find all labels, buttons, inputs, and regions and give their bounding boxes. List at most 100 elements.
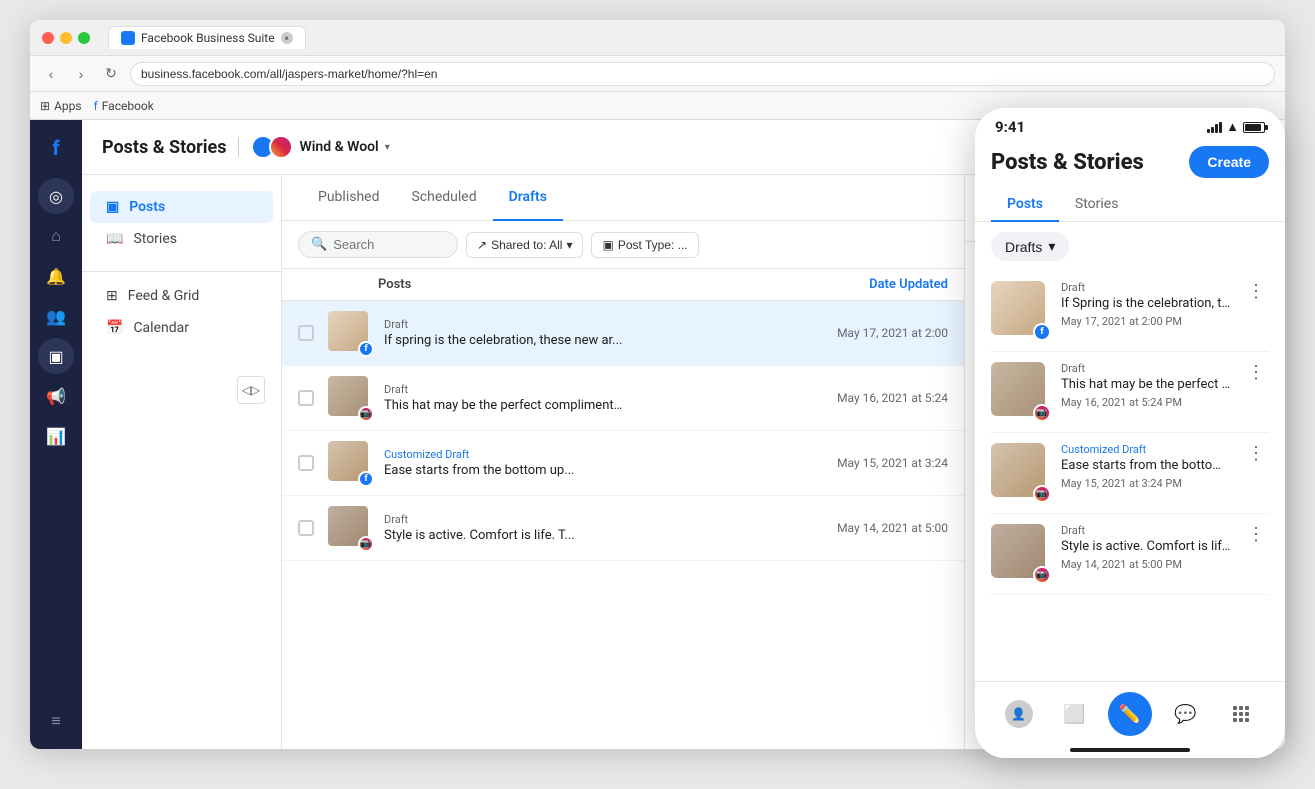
table-row[interactable]: f Customized Draft Ease starts from the … <box>282 431 964 496</box>
signal-bar-1 <box>1207 129 1210 133</box>
more-options-button-3[interactable]: ⋮ <box>1243 443 1269 464</box>
grid-icon: ⊞ <box>106 288 118 304</box>
mobile-time: 9:41 <box>995 118 1025 136</box>
bookmark-facebook[interactable]: f Facebook <box>94 99 154 113</box>
posts-column-header: Posts <box>378 277 788 292</box>
mobile-thumbnail-1: f <box>991 281 1051 341</box>
mobile-nav-compose[interactable]: ✏️ <box>1108 692 1152 736</box>
mobile-tab-stories[interactable]: Stories <box>1059 188 1135 222</box>
sidebar-icon-home[interactable]: ⌂ <box>38 218 74 254</box>
tab-drafts[interactable]: Drafts <box>493 175 563 221</box>
header-divider <box>238 137 239 157</box>
post-checkbox-1[interactable] <box>298 325 314 341</box>
posts-icon: ▣ <box>106 199 119 215</box>
shared-to-chevron: ▾ <box>566 238 572 252</box>
list-item[interactable]: 📷 Draft This hat may be the perfect c...… <box>991 352 1269 433</box>
sidebar-icon-users[interactable]: 👥 <box>38 298 74 334</box>
date-column-header: Date Updated <box>788 277 948 292</box>
post-checkbox-3[interactable] <box>298 455 314 471</box>
browser-tab[interactable]: Facebook Business Suite × <box>108 26 306 49</box>
list-item[interactable]: 📷 Draft Style is active. Comfort is life… <box>991 514 1269 595</box>
post-info-3: Customized Draft Ease starts from the bo… <box>384 448 837 478</box>
sidebar-icon-bell[interactable]: 🔔 <box>38 258 74 294</box>
search-box[interactable]: 🔍 <box>298 231 458 258</box>
mobile-nav-apps[interactable] <box>1219 692 1263 736</box>
tab-scheduled[interactable]: Scheduled <box>395 175 492 221</box>
mobile-post-label-2: Draft <box>1061 362 1233 375</box>
mobile-status-bar: 9:41 ▲ <box>975 108 1285 140</box>
mobile-post-date-1: May 17, 2021 at 2:00 PM <box>1061 315 1233 328</box>
post-checkbox-4[interactable] <box>298 520 314 536</box>
more-options-button-1[interactable]: ⋮ <box>1243 281 1269 302</box>
mobile-tab-posts[interactable]: Posts <box>991 188 1059 222</box>
mobile-platform-ig-4: 📷 <box>1033 566 1051 584</box>
mobile-filter-button[interactable]: Drafts ▾ <box>991 232 1069 261</box>
page-header-left: Posts & Stories Wind & Wool ▾ <box>102 135 390 159</box>
sidebar-icon-compass[interactable]: ◎ <box>38 178 74 214</box>
post-type-filter[interactable]: ▣ Post Type: ... <box>591 232 698 258</box>
tab-close-icon[interactable]: × <box>281 32 293 44</box>
post-date-3: May 15, 2021 at 3:24 <box>837 456 948 470</box>
tab-favicon <box>121 31 135 45</box>
sidebar-icon-megaphone[interactable]: 📢 <box>38 378 74 414</box>
mobile-post-date-3: May 15, 2021 at 3:24 PM <box>1061 477 1233 490</box>
post-thumbnail-2: 📷 <box>328 376 372 420</box>
platform-badge-both: f <box>358 471 374 487</box>
maximize-btn[interactable] <box>78 32 90 44</box>
sidebar-icon-chart[interactable]: 📊 <box>38 418 74 454</box>
post-checkbox-2[interactable] <box>298 390 314 406</box>
more-options-button-4[interactable]: ⋮ <box>1243 524 1269 545</box>
list-item[interactable]: f Draft If Spring is the celebration, th… <box>991 271 1269 352</box>
posts-area: Published Scheduled Drafts 🔍 ↗ Shared to… <box>282 175 965 749</box>
table-row[interactable]: 📷 Draft This hat may be the perfect comp… <box>282 366 964 431</box>
mobile-post-info-3: Customized Draft Ease starts from the bo… <box>1061 443 1233 490</box>
account-name: Wind & Wool <box>299 139 378 155</box>
sidebar-icon-posts[interactable]: ▣ <box>38 338 74 374</box>
more-options-button-2[interactable]: ⋮ <box>1243 362 1269 383</box>
post-text-2: This hat may be the perfect compliment t… <box>384 398 624 413</box>
close-btn[interactable] <box>42 32 54 44</box>
bookmark-apps[interactable]: ⊞ Apps <box>40 99 82 113</box>
post-thumbnail-1: f <box>328 311 372 355</box>
post-info-4: Draft Style is active. Comfort is life. … <box>384 513 837 543</box>
address-bar[interactable] <box>130 62 1275 86</box>
sidebar-icon-menu[interactable]: ≡ <box>38 703 74 739</box>
post-date-2: May 16, 2021 at 5:24 <box>837 391 948 405</box>
share-icon: ↗ <box>477 238 487 252</box>
table-row[interactable]: f Draft If spring is the celebration, th… <box>282 301 964 366</box>
post-text-1: If spring is the celebration, these new … <box>384 333 624 348</box>
post-date-4: May 14, 2021 at 5:00 <box>837 521 948 535</box>
posts-table-header: Posts Date Updated <box>282 269 964 301</box>
tab-published[interactable]: Published <box>302 175 395 221</box>
mobile-nav-pages[interactable]: ⬜ <box>1052 692 1096 736</box>
chevron-down-icon: ▾ <box>385 142 390 153</box>
mobile-header: Posts & Stories Create <box>975 140 1285 188</box>
nav-item-feed-grid[interactable]: ⊞ Feed & Grid <box>90 280 273 312</box>
mobile-create-button[interactable]: Create <box>1189 146 1269 178</box>
nav-item-posts[interactable]: ▣ Posts <box>90 191 273 223</box>
mobile-nav-profile[interactable]: 👤 <box>997 692 1041 736</box>
nav-item-stories[interactable]: 📖 Stories <box>90 223 273 255</box>
account-selector[interactable]: Wind & Wool ▾ <box>251 135 389 159</box>
mobile-nav-messages[interactable]: 💬 <box>1164 692 1208 736</box>
collapse-panel-button[interactable]: ◁▷ <box>237 376 265 404</box>
nav-item-calendar[interactable]: 📅 Calendar <box>90 312 273 344</box>
minimize-btn[interactable] <box>60 32 72 44</box>
mobile-page-title: Posts & Stories <box>991 150 1144 175</box>
nav-divider <box>82 271 281 272</box>
bookmark-facebook-label: Facebook <box>102 99 154 113</box>
mobile-overlay: 9:41 ▲ Posts & Stories Create Posts Stor… <box>975 108 1285 758</box>
post-text-4: Style is active. Comfort is life. T... <box>384 528 624 543</box>
search-input[interactable] <box>333 237 445 252</box>
reload-button[interactable]: ↻ <box>100 63 122 85</box>
post-label-1: Draft <box>384 318 837 331</box>
list-item[interactable]: 📷 Customized Draft Ease starts from the … <box>991 433 1269 514</box>
shared-to-filter[interactable]: ↗ Shared to: All ▾ <box>466 232 583 258</box>
platform-badge-ig: 📷 <box>358 406 374 422</box>
table-row[interactable]: 📷 Draft Style is active. Comfort is life… <box>282 496 964 561</box>
post-date-1: May 17, 2021 at 2:00 <box>837 326 948 340</box>
mobile-bottom-nav: 👤 ⬜ ✏️ 💬 <box>975 681 1285 744</box>
platform-badge-ig-2: 📷 <box>358 536 374 552</box>
forward-button[interactable]: › <box>70 63 92 85</box>
back-button[interactable]: ‹ <box>40 63 62 85</box>
